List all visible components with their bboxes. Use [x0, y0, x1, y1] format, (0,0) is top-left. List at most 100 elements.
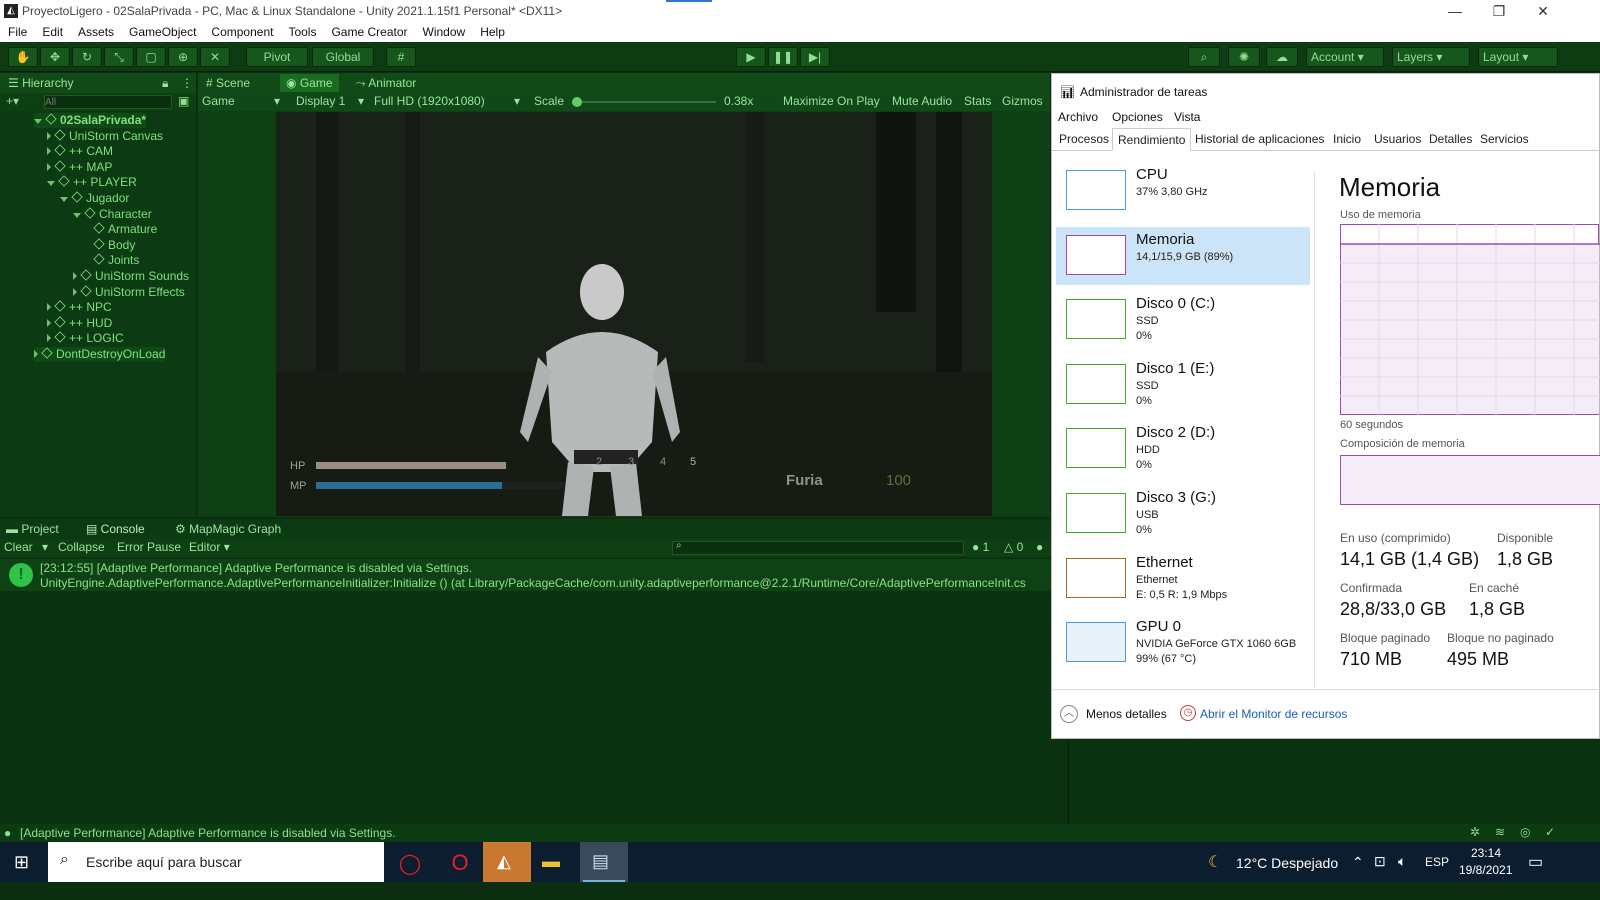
collapsed-arrow-icon[interactable] — [47, 334, 51, 343]
menu-gameobject[interactable]: GameObject — [129, 25, 196, 39]
tab-animator[interactable]: ⤳ Animator — [356, 76, 416, 91]
filter-icon[interactable]: ▣ — [178, 94, 189, 108]
clock-date[interactable]: 19/8/2021 — [1459, 863, 1512, 877]
console-search-input[interactable] — [672, 541, 964, 555]
maximize-button[interactable]: ❐ — [1476, 0, 1522, 22]
less-details-link[interactable]: Menos detalles — [1086, 707, 1167, 721]
tm-menu-vista[interactable]: Vista — [1174, 110, 1200, 124]
clock-time[interactable]: 23:14 — [1471, 846, 1501, 860]
perf-item[interactable]: GPU 0 NVIDIA GeForce GTX 1060 6GB 99% (67 … — [1056, 614, 1310, 672]
scale-tool-icon[interactable]: ⤡ — [104, 47, 134, 67]
hierarchy-item[interactable]: ++ PLAYER — [47, 175, 137, 190]
maximize-on-play-toggle[interactable]: Maximize On Play — [783, 94, 880, 108]
hand-tool-icon[interactable]: ✋ — [8, 47, 38, 67]
tm-menu-opciones[interactable]: Opciones — [1112, 110, 1163, 124]
layers-status-icon[interactable]: ≋ — [1495, 825, 1505, 839]
hierarchy-item[interactable]: UniStorm Canvas — [47, 129, 163, 144]
account-dropdown[interactable]: Account ▾ — [1306, 47, 1384, 67]
perf-item[interactable]: Ethernet Ethernet E: 0,5 R: 1,9 Mbps — [1056, 550, 1310, 608]
close-button[interactable]: ✕ — [1520, 0, 1566, 22]
hierarchy-item[interactable]: Jugador — [60, 191, 129, 206]
hierarchy-item[interactable]: ++ CAM — [47, 144, 113, 159]
tm-tab-servicios[interactable]: Servicios — [1480, 132, 1529, 146]
opera-icon[interactable]: O — [446, 850, 474, 875]
hierarchy-item[interactable]: ++ MAP — [47, 160, 112, 175]
chevron-up-icon[interactable]: ︿ — [1060, 705, 1078, 723]
cloud-icon[interactable]: ☁ — [1266, 47, 1298, 67]
add-icon[interactable]: +▾ — [6, 94, 19, 108]
collapsed-arrow-icon[interactable] — [73, 287, 77, 296]
hierarchy-item[interactable]: Body — [86, 238, 135, 253]
error-count-toggle[interactable]: ● — [1036, 540, 1043, 554]
collapsed-arrow-icon[interactable] — [47, 162, 51, 171]
transform-tool-icon[interactable]: ⊕ — [168, 47, 198, 67]
tm-menu-archivo[interactable]: Archivo — [1058, 110, 1098, 124]
stats-toggle[interactable]: Stats — [964, 94, 991, 108]
collapsed-arrow-icon[interactable] — [73, 272, 77, 280]
layers-dropdown[interactable]: Layers ▾ — [1392, 47, 1470, 67]
check-status-icon[interactable]: ✓ — [1545, 825, 1555, 839]
play-icon[interactable]: ▶ — [736, 47, 766, 67]
tab-mapmagic[interactable]: ⚙ MapMagic Graph — [175, 522, 281, 536]
tab-game[interactable]: ◉ Game — [280, 74, 339, 92]
file-explorer-icon[interactable]: ▬ — [542, 851, 560, 872]
menu-file[interactable]: File — [8, 25, 27, 39]
chevron-up-tray-icon[interactable]: ⌃ — [1352, 854, 1364, 871]
editor-dropdown[interactable]: Editor ▾ — [189, 540, 230, 554]
collapse-toggle[interactable]: Collapse — [58, 540, 105, 554]
grid-snap-icon[interactable]: # — [386, 47, 416, 67]
step-icon[interactable]: ▶| — [800, 47, 830, 67]
hierarchy-item[interactable]: ++ NPC — [47, 300, 112, 315]
console-entry[interactable]: ! [23:12:55] [Adaptive Performance] Adap… — [0, 559, 1068, 591]
menu-assets[interactable]: Assets — [78, 25, 114, 39]
mute-audio-toggle[interactable]: Mute Audio — [892, 94, 952, 108]
hierarchy-item[interactable]: DontDestroyOnLoad — [34, 347, 166, 362]
tab-console[interactable]: ▤ Console — [86, 522, 145, 536]
more-icon[interactable]: ⋮ — [181, 76, 193, 90]
collapsed-arrow-icon[interactable] — [47, 131, 51, 140]
rect-tool-icon[interactable]: ▢ — [136, 47, 166, 67]
collapsed-arrow-icon[interactable] — [47, 147, 51, 156]
perf-item[interactable]: Memoria 14,1/15,9 GB (89%) — [1056, 226, 1310, 285]
notification-icon[interactable]: ▭ — [1528, 852, 1543, 872]
menu-component[interactable]: Component — [211, 25, 273, 39]
menu-edit[interactable]: Edit — [42, 25, 63, 39]
expanded-arrow-icon[interactable] — [34, 119, 42, 124]
menu-help[interactable]: Help — [480, 25, 505, 39]
tab-scene[interactable]: # Scene — [206, 76, 250, 90]
network-icon[interactable]: ⊡ — [1374, 853, 1386, 870]
hierarchy-item[interactable]: ++ HUD — [47, 316, 112, 331]
display-dropdown[interactable]: Display 1 ▾ — [296, 94, 366, 108]
hierarchy-item[interactable]: UniStorm Effects — [73, 285, 185, 300]
rotate-tool-icon[interactable]: ↻ — [72, 47, 102, 67]
menu-game-creator[interactable]: Game Creator — [331, 25, 407, 39]
scale-slider-handle[interactable] — [572, 97, 582, 107]
hierarchy-item[interactable]: Joints — [86, 253, 139, 268]
collapsed-arrow-icon[interactable] — [47, 303, 51, 312]
hierarchy-search-input[interactable] — [44, 95, 172, 109]
collapsed-arrow-icon[interactable] — [47, 318, 51, 327]
expanded-arrow-icon[interactable] — [73, 212, 81, 218]
hierarchy-item[interactable]: Character — [73, 207, 152, 222]
perf-item[interactable]: CPU 37% 3,80 GHz — [1056, 162, 1310, 220]
perf-item[interactable]: Disco 1 (E:) SSD 0% — [1056, 356, 1310, 414]
bug-icon[interactable]: ✲ — [1470, 825, 1480, 839]
search-icon[interactable]: ⌕ — [1188, 47, 1220, 67]
clear-button[interactable]: Clear — [4, 540, 33, 554]
lock-icon[interactable]: 🔒︎ — [162, 76, 168, 91]
expanded-arrow-icon[interactable] — [60, 197, 68, 202]
hierarchy-tab[interactable]: ☰ Hierarchy — [8, 76, 73, 90]
tm-tab-inicio[interactable]: Inicio — [1333, 132, 1361, 146]
minimize-button[interactable]: — — [1432, 0, 1478, 22]
gizmos-toggle[interactable]: Gizmos — [1002, 94, 1043, 108]
tab-project[interactable]: ▬ Project — [6, 522, 59, 536]
tm-tab-usuarios[interactable]: Usuarios — [1374, 132, 1421, 146]
game-mode-dropdown[interactable]: Game ▾ — [202, 94, 284, 108]
expanded-arrow-icon[interactable] — [47, 181, 55, 187]
info-count-toggle[interactable]: ● 1 — [972, 540, 989, 554]
perf-item[interactable]: Disco 2 (D:) HDD 0% — [1056, 420, 1310, 478]
task-manager-taskbar-button[interactable]: ▤ — [580, 842, 628, 882]
opera-gx-icon[interactable]: ◯ — [396, 851, 424, 875]
pivot-toggle[interactable]: Pivot — [246, 47, 308, 67]
global-toggle[interactable]: Global — [312, 47, 374, 67]
